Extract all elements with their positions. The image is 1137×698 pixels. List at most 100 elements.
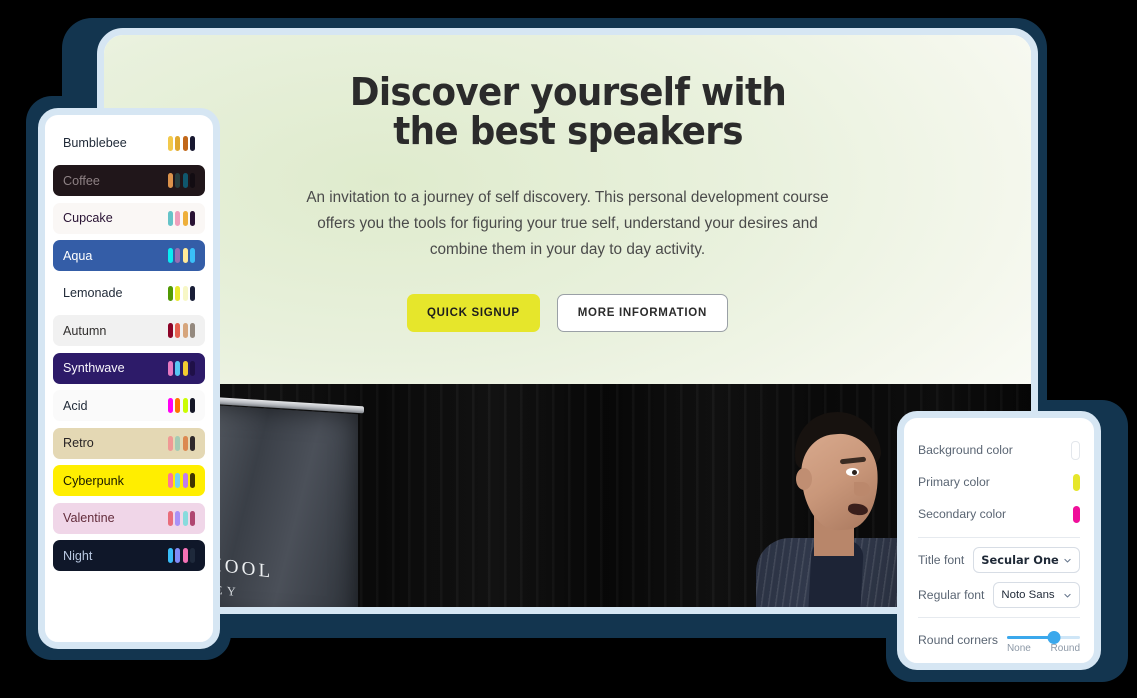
color-setting-row: Background color xyxy=(918,434,1080,466)
theme-color-swatches xyxy=(167,173,195,188)
theme-color-swatch xyxy=(175,173,180,188)
theme-item-label: Cupcake xyxy=(63,211,113,225)
theme-item-label: Acid xyxy=(63,398,88,413)
color-setting-label: Primary color xyxy=(918,475,990,489)
theme-color-swatch xyxy=(175,548,180,563)
theme-item-synthwave[interactable]: Synthwave xyxy=(53,352,205,384)
theme-item-coffee[interactable]: Coffee xyxy=(53,165,205,196)
theme-color-swatch xyxy=(182,473,188,488)
theme-color-swatch xyxy=(175,248,180,263)
theme-color-swatch xyxy=(182,548,188,563)
hero-photo: DUCT SCHOOL ICON VALLEY xyxy=(104,384,1031,607)
theme-item-label: Cyberpunk xyxy=(63,473,124,488)
theme-item-label: Autumn xyxy=(63,323,107,338)
theme-color-swatch xyxy=(167,210,173,226)
theme-item-bumblebee[interactable]: Bumblebee xyxy=(53,127,205,159)
round-corners-max-label: Round xyxy=(1050,643,1080,654)
theme-color-swatch xyxy=(190,210,195,226)
theme-color-swatch xyxy=(182,135,188,151)
settings-divider-2 xyxy=(918,617,1080,618)
page-title-line-2: the best speakers xyxy=(392,109,743,154)
theme-color-swatch xyxy=(167,473,173,488)
theme-color-swatches xyxy=(167,135,195,151)
theme-color-swatch xyxy=(182,398,188,413)
theme-color-swatch xyxy=(182,323,188,338)
theme-color-swatch xyxy=(190,398,195,413)
color-setting-row: Primary color xyxy=(918,466,1080,498)
color-settings-group: Background color Primary color Secondary c… xyxy=(918,434,1080,530)
round-corners-label: Round corners xyxy=(918,633,998,647)
theme-color-swatch xyxy=(175,510,180,526)
theme-item-acid[interactable]: Acid xyxy=(53,390,205,421)
color-swatch-button[interactable] xyxy=(1071,440,1080,460)
hero-button-group: QUICK SIGNUP MORE INFORMATION xyxy=(104,294,1031,333)
theme-item-retro[interactable]: Retro xyxy=(53,427,205,459)
theme-item-cupcake[interactable]: Cupcake xyxy=(53,202,205,234)
theme-item-cyberpunk[interactable]: Cyberpunk xyxy=(53,465,205,496)
theme-color-swatch xyxy=(190,435,195,451)
theme-color-swatch xyxy=(190,323,195,338)
more-information-button[interactable]: MORE INFORMATION xyxy=(556,294,728,333)
theme-item-label: Synthwave xyxy=(63,361,125,375)
theme-color-swatches xyxy=(167,248,195,263)
theme-color-swatches xyxy=(167,510,195,526)
theme-color-swatches xyxy=(167,398,195,413)
round-corners-slider-thumb[interactable] xyxy=(1047,631,1061,644)
theme-color-swatches xyxy=(167,323,195,338)
color-setting-label: Background color xyxy=(918,443,1013,457)
theme-color-swatch xyxy=(190,173,195,188)
theme-color-swatch xyxy=(167,248,173,263)
theme-color-swatch xyxy=(167,173,173,188)
theme-item-autumn[interactable]: Autumn xyxy=(53,315,205,346)
style-settings-panel: Background color Primary color Secondary c… xyxy=(897,411,1101,670)
theme-item-valentine[interactable]: Valentine xyxy=(53,502,205,534)
theme-item-lemonade[interactable]: Lemonade xyxy=(53,277,205,309)
theme-item-label: Aqua xyxy=(63,248,93,263)
font-select-value: Noto Sans xyxy=(1001,589,1055,601)
theme-color-swatch xyxy=(190,285,195,301)
chevron-down-icon xyxy=(1063,591,1072,600)
round-corners-slider[interactable] xyxy=(1006,631,1080,644)
theme-item-label: Bumblebee xyxy=(63,136,127,150)
theme-color-swatch xyxy=(175,360,180,376)
round-corners-min-label: None xyxy=(1006,643,1031,654)
font-setting-label: Title font xyxy=(918,553,965,567)
theme-color-swatches xyxy=(167,473,195,488)
theme-color-swatch xyxy=(167,435,173,451)
theme-item-label: Retro xyxy=(63,436,94,450)
hero-content-area: Discover yourself with the best speakers… xyxy=(104,35,1031,384)
font-select-title[interactable]: Secular One xyxy=(973,547,1080,573)
theme-color-swatch xyxy=(167,398,173,413)
settings-divider-1 xyxy=(918,537,1080,538)
theme-item-label: Coffee xyxy=(63,173,100,188)
chevron-down-icon xyxy=(1063,556,1072,565)
theme-color-swatches xyxy=(167,210,195,226)
color-swatch-button[interactable] xyxy=(1073,505,1080,523)
theme-color-swatch xyxy=(182,510,188,526)
theme-color-swatch xyxy=(182,248,188,263)
theme-color-swatch xyxy=(182,360,188,376)
theme-color-swatch xyxy=(190,248,195,263)
theme-color-swatch xyxy=(175,398,180,413)
color-swatch-button[interactable] xyxy=(1073,473,1080,491)
theme-color-swatch xyxy=(182,285,188,301)
theme-color-swatch xyxy=(175,323,180,338)
theme-color-swatch xyxy=(190,473,195,488)
color-setting-row: Secondary color xyxy=(918,498,1080,530)
theme-item-label: Night xyxy=(63,548,93,563)
theme-color-swatches xyxy=(167,360,195,376)
theme-color-swatch xyxy=(167,548,173,563)
theme-item-night[interactable]: Night xyxy=(53,540,205,571)
font-setting-row: Title font Secular One xyxy=(918,547,1080,573)
theme-color-swatches xyxy=(167,285,195,301)
theme-color-swatch xyxy=(182,210,188,226)
theme-color-swatch xyxy=(190,360,195,376)
font-select-regular[interactable]: Noto Sans xyxy=(993,582,1080,608)
quick-signup-button[interactable]: QUICK SIGNUP xyxy=(407,294,540,333)
page-title: Discover yourself with the best speakers xyxy=(276,72,859,154)
theme-item-aqua[interactable]: Aqua xyxy=(53,240,205,271)
theme-picker-panel: Bumblebee Coffee Cupcake Aqua Lemonade Autumn… xyxy=(38,108,220,649)
theme-color-swatch xyxy=(175,473,180,488)
theme-color-swatch xyxy=(167,323,173,338)
theme-color-swatches xyxy=(167,548,195,563)
